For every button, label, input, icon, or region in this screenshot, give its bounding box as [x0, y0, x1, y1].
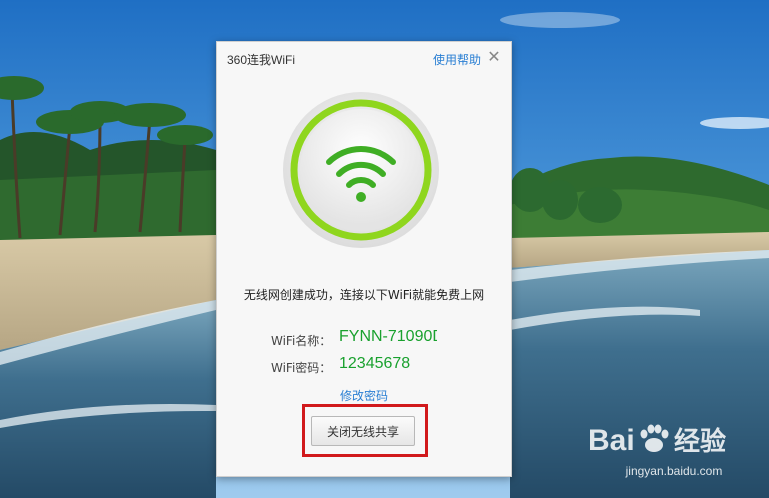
svg-text:Bai: Bai [588, 424, 635, 457]
wifi-name-value: FYNN-71090D [339, 328, 437, 345]
status-message: 无线网创建成功，连接以下WiFi就能免费上网 [243, 288, 485, 302]
baidu-jingyan-watermark: Bai 经验 jingyan.baidu.com [586, 412, 762, 484]
wifi-name-label: WiFi名称： [271, 334, 332, 348]
wifi-password-value: 12345678 [339, 355, 411, 372]
close-wireless-share-button[interactable]: 关闭无线共享 [311, 416, 415, 446]
watermark-url: jingyan.baidu.com [625, 464, 723, 478]
wifi-name-row: WiFi名称： FYNN-71090D [217, 328, 511, 352]
wifi-password-label: WiFi密码： [271, 361, 332, 375]
close-icon[interactable]: ✕ [487, 49, 501, 65]
wifi-share-window: 360连我WiFi 使用帮助 ✕ 无线网创建成功，连接以下WiFi就能免费上网 … [216, 41, 512, 477]
change-password-link[interactable]: 修改密码 [217, 387, 511, 404]
window-titlebar: 360连我WiFi 使用帮助 ✕ [217, 42, 511, 74]
baidu-jingyan-logo: Bai 经验 [588, 424, 726, 457]
svg-text:经验: 经验 [674, 426, 726, 457]
wifi-icon [283, 92, 439, 248]
window-title: 360连我WiFi [227, 53, 296, 67]
help-link[interactable]: 使用帮助 [433, 51, 481, 68]
wifi-password-row: WiFi密码： 12345678 [217, 355, 511, 379]
